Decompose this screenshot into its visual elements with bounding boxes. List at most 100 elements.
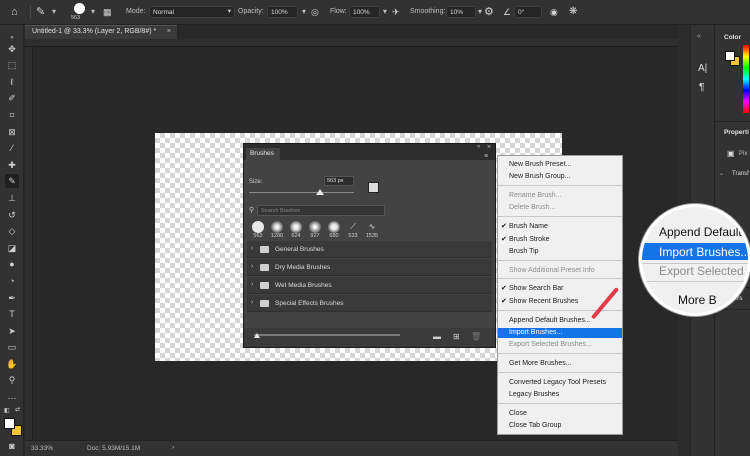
brush-tip-preview[interactable]: ⟋ [347,221,359,233]
menu-item[interactable]: Legacy Brushes [509,390,559,400]
brush-tip-preview[interactable] [328,221,340,233]
new-group-icon[interactable]: ▬ [433,332,441,341]
menu-item[interactable]: New Brush Group... [509,172,570,182]
chevron-down-icon[interactable]: ▾ [476,7,484,16]
home-icon[interactable]: ⌂ [11,6,18,18]
chevron-down-icon[interactable]: ▾ [89,7,97,16]
menu-item[interactable]: Brush Stroke [509,235,549,245]
paint-bucket-tool-icon[interactable]: ◪ [5,241,19,255]
chevron-down-icon[interactable]: ▾ [381,7,389,16]
collapse-icon[interactable]: « [697,33,701,40]
move-tool-icon[interactable]: ✥ [5,42,19,56]
paragraph-panel-icon[interactable]: ¶ [699,82,704,93]
menu-item[interactable]: Close Tab Group [509,421,561,431]
gear-icon[interactable]: ⚙ [484,6,494,18]
type-tool-icon[interactable]: T [5,307,19,321]
horizontal-ruler[interactable] [25,39,678,47]
properties-panel-tab[interactable]: Properti [724,129,749,136]
chevron-down-icon[interactable]: ▾ [300,7,308,16]
airbrush-icon[interactable]: ✈ [392,6,400,18]
collapse-icon[interactable]: « [477,144,480,150]
stamp-tool-icon[interactable]: ⊥ [5,191,19,205]
zoom-tool-icon[interactable]: ⚲ [5,373,19,387]
flow-field[interactable]: 100% [349,6,380,18]
brush-group-row[interactable]: › Wet Media Brushes [247,277,492,294]
search-input[interactable]: Search Brushes [257,205,385,216]
brush-tip-preview[interactable] [290,221,302,233]
blur-tool-icon[interactable]: ● [5,257,19,271]
smoothing-field[interactable]: 10% [446,6,476,18]
menu-item[interactable]: Converted Legacy Tool Presets [509,378,606,388]
healing-tool-icon[interactable]: ✚ [5,158,19,172]
menu-item[interactable]: New Brush Preset... [509,160,571,170]
mode-select[interactable]: Normal ▾ [149,6,235,18]
hand-tool-icon[interactable]: ✋ [5,357,19,371]
brush-tip-preview[interactable] [271,221,283,233]
transform-section[interactable]: Transf [732,171,749,177]
size-field[interactable]: 563 px [324,176,354,186]
brush-group-row[interactable]: › Special Effects Brushes [247,295,492,312]
brush-panel-edit-icon[interactable] [368,182,379,193]
menu-item[interactable]: Close [509,409,527,419]
size-slider-thumb[interactable] [316,189,325,195]
brush-settings-icon[interactable]: ▦ [103,6,112,18]
panel-menu-icon[interactable]: ≡ [484,153,488,160]
symmetry-icon[interactable]: ❋ [569,6,577,18]
brush-tip-preview[interactable]: ∿ [366,221,378,233]
brush-group-row[interactable]: › Dry Media Brushes [247,259,492,276]
tab-brushes[interactable]: Brushes [246,148,280,160]
path-select-tool-icon[interactable]: ➤ [5,324,19,338]
character-panel-icon[interactable]: A| [698,63,707,74]
trash-icon[interactable]: 🗑 [471,332,481,341]
swap-colors-icon[interactable]: ⇄ [15,406,20,413]
default-colors-icon[interactable]: ◧ [4,407,10,414]
marquee-tool-icon[interactable]: ⬚ [5,58,19,72]
dodge-tool-icon[interactable]: ◔ [5,274,19,288]
preview-size-thumb[interactable] [254,333,260,338]
brush-group-row[interactable]: › General Brushes [247,241,492,258]
preview-size-slider[interactable] [254,334,400,336]
menu-item[interactable]: Show Recent Brushes [509,297,578,307]
close-icon[interactable]: × [487,144,491,151]
eyedropper-tool-icon[interactable]: ⁄ [5,141,19,155]
pressure-opacity-icon[interactable]: ◎ [311,6,319,18]
brush-preset-picker[interactable] [74,3,85,14]
pressure-size-icon[interactable]: ◉ [550,6,558,18]
quick-select-tool-icon[interactable]: ✐ [5,91,19,105]
color-panel-tab[interactable]: Color [724,34,741,41]
brush-tool-icon[interactable]: ✎ [36,6,45,18]
quick-mask-icon[interactable]: ◙ [5,439,19,453]
vertical-ruler[interactable] [25,47,33,440]
frame-tool-icon[interactable]: ⊠ [5,125,19,139]
eraser-tool-icon[interactable]: ◇ [5,224,19,238]
menu-item[interactable]: Append Default Brushes... [509,316,591,326]
lasso-tool-icon[interactable]: ℓ [5,75,19,89]
menu-item[interactable]: Import Brushes... [498,327,622,338]
menu-item[interactable]: Brush Tip [509,247,539,257]
chevron-down-icon[interactable]: ▾ [50,7,58,16]
angle-field[interactable]: 0° [514,6,542,18]
zoom-level[interactable]: 33.33% [31,445,53,452]
foreground-color-swatch[interactable] [4,418,15,429]
menu-item[interactable]: Brush Name [509,222,548,232]
size-slider-track[interactable] [249,192,354,193]
hue-slider[interactable] [743,45,749,113]
brush-tip-preview[interactable] [309,221,321,233]
document-tab[interactable]: Untitled-1 @ 33.3% (Layer 2, RGB/8#) * × [25,25,177,39]
brush-tool-icon[interactable]: ✎ [5,174,19,188]
status-bar: 33.33% Doc: 5.93M/15.1M › [25,440,678,456]
new-brush-icon[interactable]: ⊞ [453,332,460,341]
rectangle-tool-icon[interactable]: ▭ [5,340,19,354]
pen-tool-icon[interactable]: ✒ [5,291,19,305]
close-icon[interactable]: × [167,28,171,35]
menu-item[interactable]: Get More Brushes... [509,359,572,369]
chevron-down-icon[interactable]: ⌄ [719,170,724,177]
more-tools-icon[interactable]: ⋯ [5,391,19,405]
menu-item[interactable]: Show Search Bar [509,284,563,294]
history-brush-tool-icon[interactable]: ↺ [5,208,19,222]
crop-tool-icon[interactable]: ⌗ [5,108,19,122]
chevron-right-icon[interactable]: › [172,444,174,451]
foreground-color-swatch[interactable] [725,51,735,61]
brush-tip-preview[interactable] [252,221,264,233]
opacity-field[interactable]: 100% [267,6,298,18]
